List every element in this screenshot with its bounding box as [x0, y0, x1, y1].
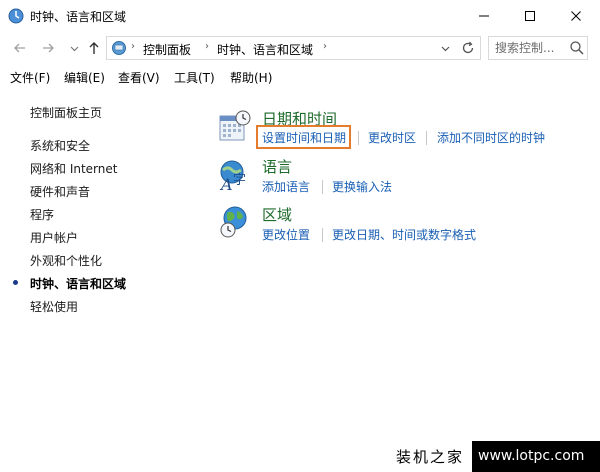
svg-text:字: 字: [233, 173, 246, 188]
forward-button[interactable]: [38, 38, 58, 58]
link-separator: [322, 228, 323, 242]
sidebar-item-ease-of-access[interactable]: 轻松使用: [30, 298, 78, 315]
language-icon[interactable]: A 字: [218, 158, 252, 192]
refresh-icon: [462, 41, 474, 54]
svg-text:A: A: [219, 175, 233, 192]
link-add-language[interactable]: 添加语言: [262, 178, 310, 195]
sidebar-item-clock-language-region[interactable]: 时钟、语言和区域: [30, 275, 126, 292]
link-add-clocks[interactable]: 添加不同时区的时钟: [437, 129, 545, 146]
search-box[interactable]: [488, 36, 588, 60]
breadcrumb-separator[interactable]: ›: [205, 41, 209, 52]
menu-file[interactable]: 文件(F): [10, 69, 50, 86]
sidebar-item-home[interactable]: 控制面板主页: [30, 104, 102, 121]
breadcrumb-separator[interactable]: ›: [131, 41, 135, 52]
close-button[interactable]: [553, 0, 599, 32]
back-button[interactable]: [10, 38, 30, 58]
watermark-text: 装机之家: [396, 448, 465, 466]
minimize-button[interactable]: [461, 0, 507, 32]
sidebar-item-programs[interactable]: 程序: [30, 206, 54, 223]
clock-globe-icon: [8, 8, 24, 24]
address-history-button[interactable]: [437, 39, 453, 57]
link-change-formats[interactable]: 更改日期、时间或数字格式: [332, 226, 476, 243]
menu-view[interactable]: 查看(V): [118, 69, 160, 86]
chevron-down-icon: [70, 46, 78, 51]
breadcrumb-separator[interactable]: ›: [323, 41, 327, 52]
category-title-language[interactable]: 语言: [262, 156, 292, 177]
recent-locations-button[interactable]: [64, 38, 84, 58]
sidebar-item-user-accounts[interactable]: 用户帐户: [30, 229, 78, 246]
breadcrumb-current[interactable]: 时钟、语言和区域: [217, 41, 313, 58]
menu-tools[interactable]: 工具(T): [174, 69, 215, 86]
breadcrumb-control-panel[interactable]: 控制面板: [143, 41, 191, 58]
link-separator: [322, 180, 323, 194]
sidebar-item-network[interactable]: 网络和 Internet: [30, 160, 117, 177]
menu-help[interactable]: 帮助(H): [230, 69, 272, 86]
globe-clock-icon[interactable]: [218, 205, 252, 239]
chevron-down-icon: [441, 46, 449, 51]
arrow-up-icon: [89, 42, 99, 54]
link-separator: [426, 131, 427, 145]
category-title-region[interactable]: 区域: [262, 204, 292, 225]
maximize-icon: [525, 11, 535, 21]
sidebar-item-appearance[interactable]: 外观和个性化: [30, 252, 102, 269]
up-button[interactable]: [84, 38, 104, 58]
link-change-location[interactable]: 更改位置: [262, 226, 310, 243]
control-panel-icon: [112, 41, 126, 55]
arrow-right-icon: [43, 43, 54, 53]
sidebar-item-system-security[interactable]: 系统和安全: [30, 137, 90, 154]
link-change-input-method[interactable]: 更换输入法: [332, 178, 392, 195]
refresh-button[interactable]: [458, 38, 478, 58]
menu-bar: 文件(F) 编辑(E) 查看(V) 工具(T) 帮助(H): [0, 66, 600, 88]
link-change-timezone[interactable]: 更改时区: [368, 129, 416, 146]
link-set-time-date[interactable]: 设置时间和日期: [262, 129, 346, 146]
link-separator: [358, 131, 359, 145]
search-icon[interactable]: [569, 40, 585, 56]
watermark-url: www.lotpc.com: [478, 448, 585, 464]
window-title: 时钟、语言和区域: [30, 10, 127, 24]
search-input[interactable]: [495, 39, 565, 57]
maximize-button[interactable]: [507, 0, 553, 32]
title-bar: 时钟、语言和区域: [0, 0, 600, 32]
menu-edit[interactable]: 编辑(E): [64, 69, 105, 86]
address-bar[interactable]: › 控制面板 › 时钟、语言和区域 ›: [106, 36, 481, 60]
navigation-row: › 控制面板 › 时钟、语言和区域 ›: [0, 32, 600, 64]
arrow-left-icon: [14, 43, 25, 53]
sidebar-item-hardware-sound[interactable]: 硬件和声音: [30, 183, 90, 200]
calendar-clock-icon[interactable]: [218, 110, 252, 144]
active-item-indicator: [13, 280, 18, 285]
close-icon: [571, 11, 581, 21]
minimize-icon: [479, 15, 489, 17]
